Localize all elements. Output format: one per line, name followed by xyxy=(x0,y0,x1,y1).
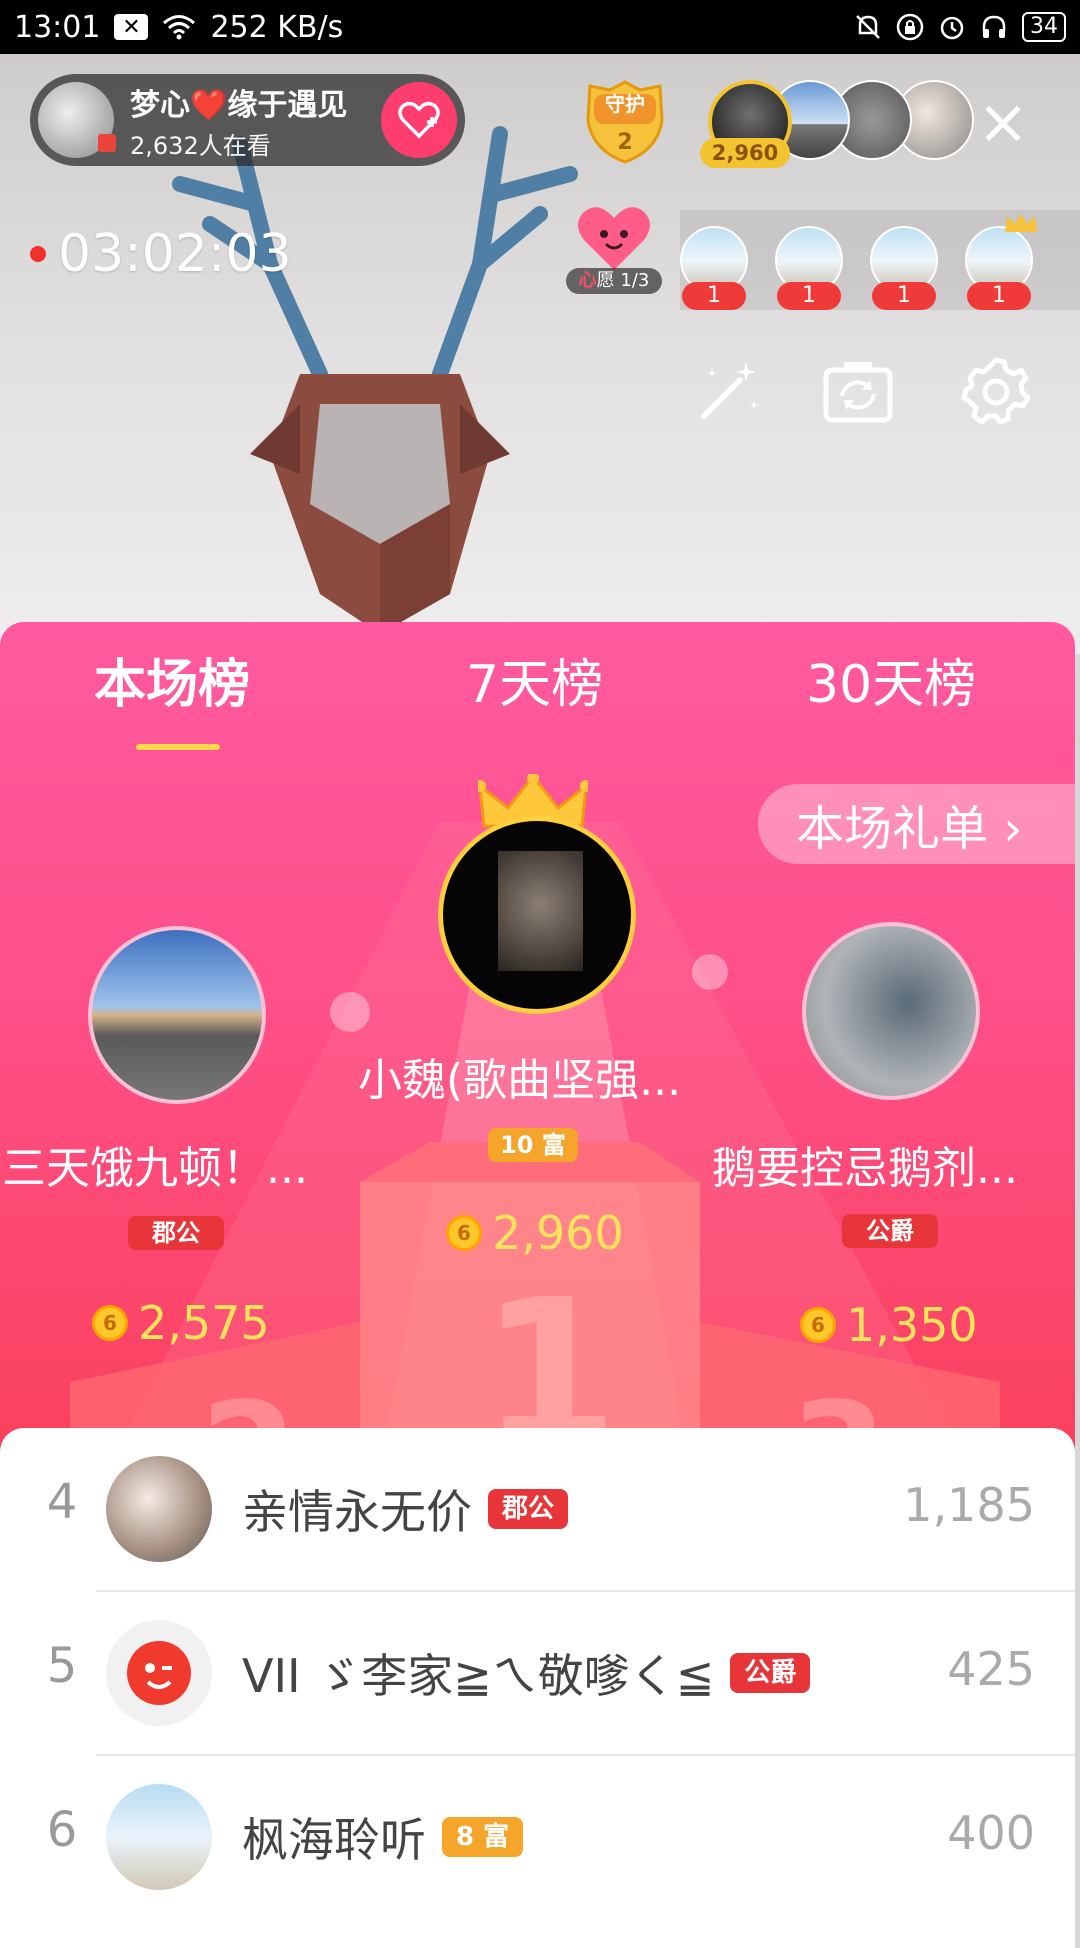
guard-count: 2 xyxy=(617,130,633,155)
notification-icon: ✕ xyxy=(114,14,149,40)
list-badge: 公爵 xyxy=(730,1653,811,1693)
contributor-count: 1 xyxy=(777,282,841,310)
list-rank: 4 xyxy=(46,1474,78,1530)
recording-dot xyxy=(30,246,46,262)
rank-1-score: 6 2,960 xyxy=(446,1206,624,1260)
list-item[interactable]: 6 枫海聆听 8 富 400 xyxy=(0,1756,1075,1920)
contributor[interactable]: 1 xyxy=(870,226,938,310)
ranking-list: 4 亲情永无价 郡公 1,185 5 VII ゞ李家≧ㄟ敬嗲く≦ 公爵 425 … xyxy=(0,1428,1075,1948)
list-score: 425 xyxy=(947,1642,1035,1696)
list-score: 1,185 xyxy=(903,1478,1035,1532)
list-item[interactable]: 4 亲情永无价 郡公 1,185 xyxy=(0,1428,1075,1592)
wish-label: 心愿 1/3 xyxy=(566,268,662,294)
contributor-count: 1 xyxy=(682,282,746,310)
wifi-icon xyxy=(163,15,196,40)
rank-3-badge: 公爵 xyxy=(842,1214,938,1248)
coin-icon: 6 xyxy=(446,1215,482,1251)
list-badge: 8 富 xyxy=(442,1817,524,1857)
coin-icon: 6 xyxy=(92,1305,128,1341)
list-avatar[interactable] xyxy=(106,1620,212,1726)
live-video-area[interactable]: 梦心❤️缘于遇见 2,632人在看 守护 2 2,960 × 03:02:03 xyxy=(0,54,1080,654)
ranking-tabs: 本场榜 7天榜 30天榜 xyxy=(0,642,1075,750)
rank-1-score-value: 2,960 xyxy=(492,1206,624,1260)
list-name-group: 亲情永无价 郡公 xyxy=(242,1476,569,1542)
list-name: 亲情永无价 xyxy=(242,1485,472,1539)
coin-icon: 6 xyxy=(800,1307,836,1343)
crown-icon xyxy=(1005,214,1037,232)
settings-gear-icon[interactable] xyxy=(958,354,1034,430)
host-avatar[interactable] xyxy=(38,82,116,158)
alarm-icon xyxy=(940,16,964,40)
live-timer: 03:02:03 xyxy=(30,224,292,284)
list-name-group: VII ゞ李家≧ㄟ敬嗲く≦ 公爵 xyxy=(242,1640,811,1706)
active-tab-indicator xyxy=(136,744,220,750)
tab-session[interactable]: 本场榜 xyxy=(94,642,250,717)
headphones-icon xyxy=(982,15,1006,38)
rank-2-score: 6 2,575 xyxy=(92,1296,270,1350)
list-rank: 6 xyxy=(46,1802,78,1858)
gift-list-button[interactable]: 本场礼单 › xyxy=(758,784,1075,864)
list-name-group: 枫海聆听 8 富 xyxy=(242,1804,524,1870)
list-score: 400 xyxy=(947,1806,1035,1860)
rank-3-name: 鹅要控忌鹅剂... xyxy=(712,1143,1018,1194)
viewer-count: 2,632人在看 xyxy=(130,131,271,160)
rank-1-name: 小魏(歌曲坚强... xyxy=(358,1055,682,1106)
battery-indicator: 34 xyxy=(1022,12,1066,42)
rank-3-score-value: 1,350 xyxy=(846,1298,978,1352)
top-viewers[interactable]: 2,960 xyxy=(700,80,974,168)
contributor-count: 1 xyxy=(872,282,936,310)
host-info-pill[interactable]: 梦心❤️缘于遇见 2,632人在看 xyxy=(30,74,465,166)
list-rank: 5 xyxy=(46,1638,78,1694)
rank-2-name: 三天饿九顿！... xyxy=(2,1143,308,1194)
rank-2-score-value: 2,575 xyxy=(138,1296,270,1350)
tab-30-days[interactable]: 30天榜 xyxy=(806,642,976,717)
wish-progress: 愿 1/3 xyxy=(596,270,650,291)
rank-2-avatar[interactable] xyxy=(88,926,266,1104)
contributor-count: 1 xyxy=(967,282,1031,310)
list-badge: 郡公 xyxy=(488,1489,569,1529)
magic-wand-icon[interactable] xyxy=(690,354,766,430)
guard-badge[interactable]: 守护 2 xyxy=(580,80,670,164)
rank-3-avatar[interactable] xyxy=(802,922,980,1100)
wish-heart-char: 心 xyxy=(578,270,597,291)
camera-flip-icon[interactable] xyxy=(820,354,896,430)
rank-3-score: 6 1,350 xyxy=(800,1298,978,1352)
contributor[interactable]: 1 xyxy=(965,214,1037,310)
status-bar: 13:01 ✕ 252 KB/s 34 xyxy=(0,0,1080,54)
weibo-style-avatar-icon xyxy=(127,1641,191,1705)
contributor[interactable]: 1 xyxy=(680,226,748,310)
timer-text: 03:02:03 xyxy=(58,224,292,284)
rank-1-badge: 10 富 xyxy=(488,1128,578,1162)
lock-icon xyxy=(896,13,924,41)
close-icon[interactable]: × xyxy=(975,91,1031,153)
contributor[interactable]: 1 xyxy=(775,226,843,310)
heart-mascot-icon xyxy=(578,207,650,270)
network-speed: 252 KB/s xyxy=(210,9,344,45)
host-name: 梦心❤️缘于遇见 xyxy=(130,87,348,123)
list-name: VII ゞ李家≧ㄟ敬嗲く≦ xyxy=(242,1649,715,1703)
top-viewer-score: 2,960 xyxy=(700,138,790,168)
wish-widget[interactable]: 心愿 1/3 xyxy=(566,204,662,294)
list-name: 枫海聆听 xyxy=(242,1813,426,1867)
guard-label: 守护 xyxy=(605,92,645,116)
status-time: 13:01 xyxy=(14,9,101,45)
heart-plus-icon xyxy=(398,101,440,139)
list-avatar[interactable] xyxy=(106,1784,212,1890)
rank-2-badge: 郡公 xyxy=(128,1216,224,1250)
silent-icon xyxy=(856,15,880,39)
contributor-strip[interactable]: 1 1 1 1 xyxy=(680,210,1080,310)
follow-button[interactable] xyxy=(381,82,457,158)
tab-7-days[interactable]: 7天榜 xyxy=(466,642,603,717)
list-avatar[interactable] xyxy=(106,1456,212,1562)
list-item[interactable]: 5 VII ゞ李家≧ㄟ敬嗲く≦ 公爵 425 xyxy=(0,1592,1075,1756)
rank-1-avatar[interactable] xyxy=(438,816,636,1014)
